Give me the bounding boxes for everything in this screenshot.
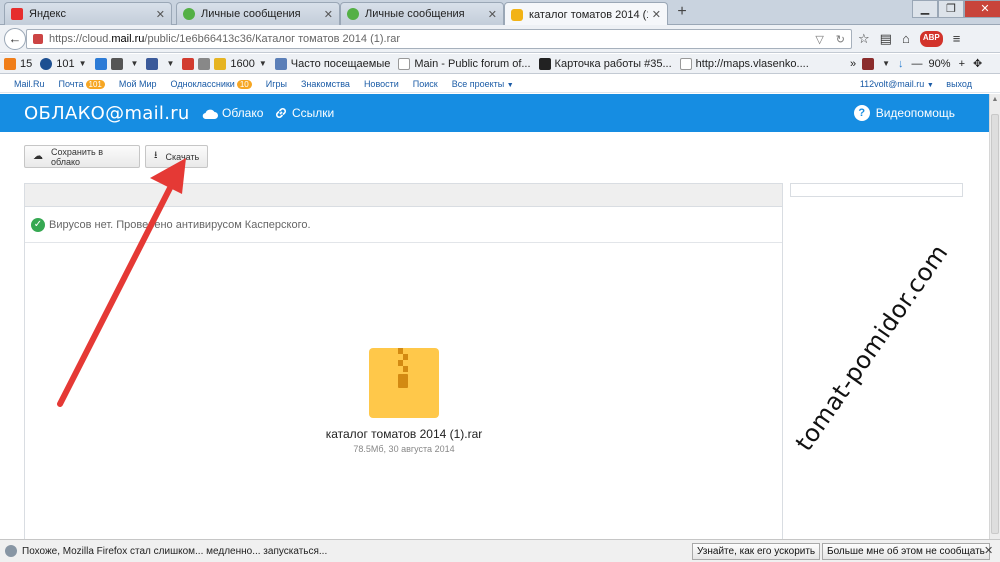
close-notification-icon[interactable]: ✕	[984, 544, 993, 557]
notification-message: Похоже, Mozilla Firefox стал слишком... …	[22, 545, 328, 557]
annotation-arrow	[57, 158, 186, 407]
firefox-snail-icon	[5, 545, 17, 557]
dont-show-again-button[interactable]: Больше мне об этом не сообщать	[822, 543, 990, 560]
slow-startup-notification: Похоже, Mozilla Firefox стал слишком... …	[0, 539, 1000, 562]
learn-speedup-button[interactable]: Узнайте, как его ускорить	[692, 543, 821, 560]
